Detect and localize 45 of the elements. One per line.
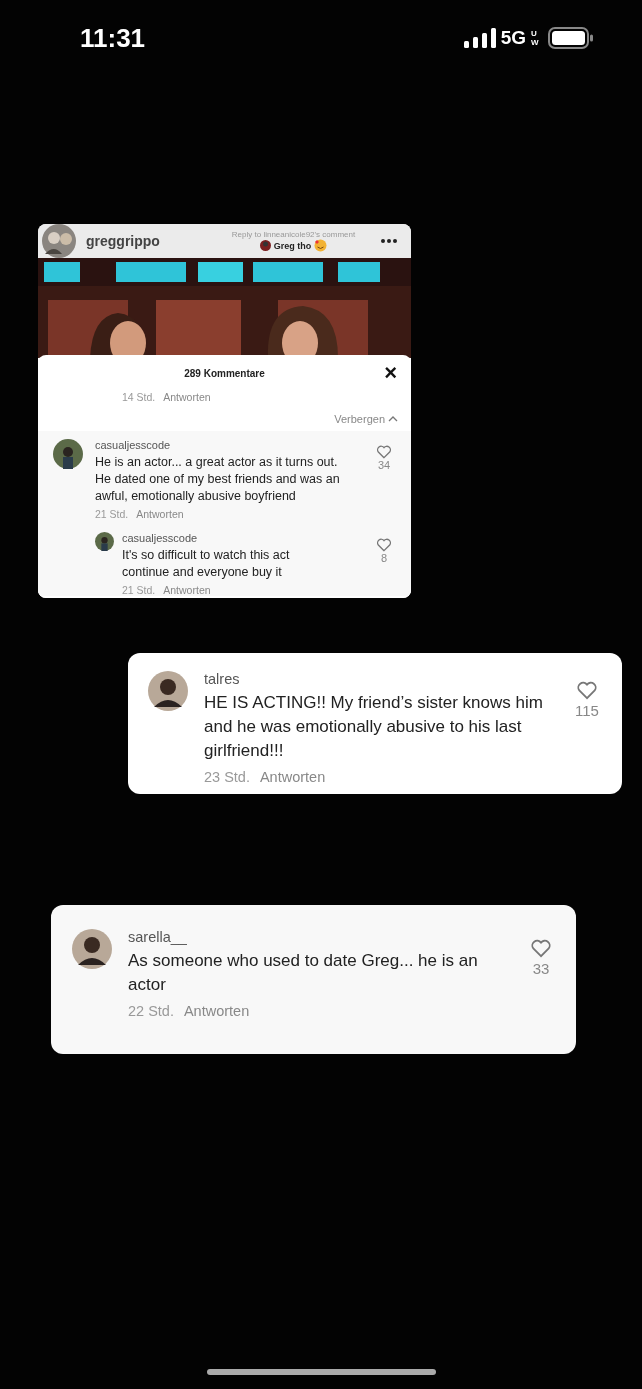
time-label: 21 Std.: [95, 508, 129, 520]
like-count: 8: [380, 552, 388, 564]
reply-link[interactable]: Antworten: [259, 769, 326, 785]
like-count: 33: [532, 960, 550, 977]
signal-icon: [463, 28, 496, 48]
avatar-icon: [53, 439, 83, 469]
reply-link[interactable]: Antworten: [163, 391, 211, 403]
avatar-icon: [72, 929, 112, 969]
reply-link[interactable]: Antworten: [136, 508, 184, 520]
avatar-icon: [148, 671, 188, 711]
username[interactable]: talres: [204, 671, 556, 687]
battery-icon: [548, 27, 594, 49]
username[interactable]: sarella__: [128, 929, 510, 945]
comment-text: As someone who used to date Greg... he is an actor: [128, 950, 479, 996]
reply-caption: Reply to linneanicole92's comment: [231, 230, 356, 239]
avatar-icon: [95, 532, 114, 551]
avatar-icon: [259, 240, 271, 251]
network-label: 5G: [500, 27, 526, 49]
reply-link[interactable]: Antworten: [163, 584, 211, 596]
emoji-icon: [314, 239, 328, 252]
hide-link[interactable]: Verbergen: [334, 413, 385, 425]
more-icon[interactable]: [381, 239, 397, 243]
clock-time: 11:31: [80, 22, 146, 54]
heart-icon[interactable]: [376, 445, 392, 459]
reply-text: Greg tho: [273, 240, 312, 251]
avatar-icon: [42, 224, 76, 258]
comment-text: It's so difficult to watch this act continue and everyone buy it: [122, 547, 291, 581]
like-count: 34: [377, 459, 391, 471]
heart-icon[interactable]: [530, 939, 552, 958]
comment-text: He is an actor... a great actor as it turns out. He dated one of my best friends and was an awful, emotionally abusive boyfriend: [95, 454, 341, 505]
username[interactable]: casualjesscode: [95, 439, 361, 451]
like-count: 115: [575, 702, 599, 719]
time-label: 23 Std.: [204, 769, 250, 785]
heart-icon[interactable]: [376, 538, 392, 552]
comment-text: HE IS ACTING!! My friend’s sister knows him and he was emotionally abusive to his last girlfriend!!!: [204, 692, 544, 762]
time-label: 14 Std.: [122, 391, 156, 403]
username[interactable]: greggrippo: [86, 233, 206, 249]
time-label: 22 Std.: [128, 1003, 174, 1019]
network-suffix: UW: [531, 29, 539, 47]
username[interactable]: casualjesscode: [122, 532, 365, 544]
chevron-up-icon: [388, 416, 398, 422]
comments-count: 289 Kommentare: [184, 367, 265, 379]
heart-icon[interactable]: [576, 681, 598, 700]
close-button[interactable]: ×: [384, 362, 397, 384]
time-label: 21 Std.: [122, 584, 156, 596]
